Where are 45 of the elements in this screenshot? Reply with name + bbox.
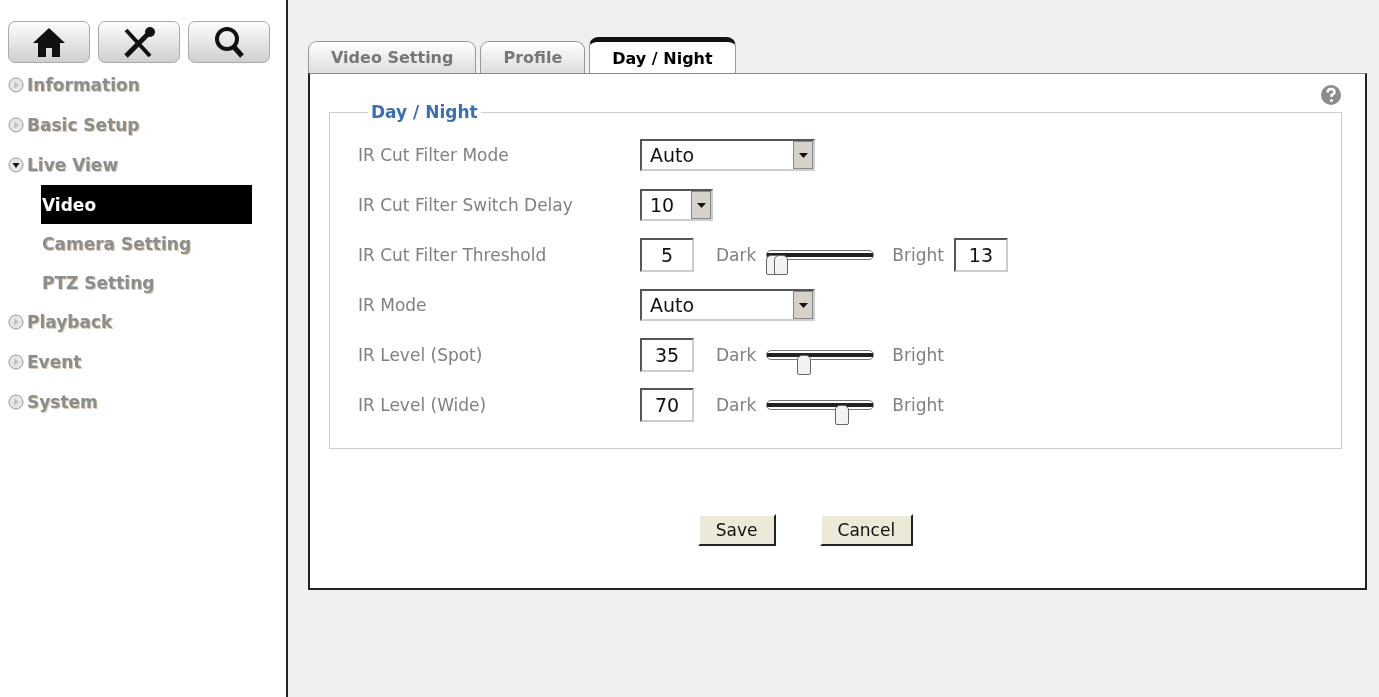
- slider-thumb[interactable]: [797, 355, 812, 375]
- caret-icon: [696, 202, 706, 208]
- nav-subitem[interactable]: Video: [41, 185, 252, 224]
- dropdown[interactable]: 10: [640, 189, 713, 221]
- collapsed-bullet-icon: [8, 117, 24, 133]
- dropdown[interactable]: Auto: [640, 289, 815, 321]
- expanded-bullet-icon: [8, 157, 24, 173]
- slider-thumb[interactable]: [834, 405, 849, 425]
- tab[interactable]: Profile: [480, 41, 586, 73]
- dark-label: Dark: [716, 345, 757, 365]
- toolbar-button[interactable]: [8, 21, 90, 63]
- field-label: IR Cut Filter Threshold: [358, 245, 548, 265]
- tools-icon: [122, 26, 156, 58]
- slider-thumb[interactable]: [774, 255, 789, 275]
- toolbar-button[interactable]: [188, 21, 270, 63]
- form-button[interactable]: Save: [697, 514, 776, 546]
- number-field[interactable]: 13: [953, 238, 1008, 272]
- field-label: IR Cut Filter Mode: [358, 145, 510, 165]
- group-title: Day / Night: [370, 102, 479, 122]
- field-label: IR Cut Filter Switch Delay: [358, 195, 574, 215]
- dark-label: Dark: [716, 395, 757, 415]
- collapsed-bullet-icon: [8, 394, 24, 410]
- tab[interactable]: Day / Night: [589, 37, 736, 74]
- number-field[interactable]: 35: [640, 338, 694, 372]
- collapsed-bullet-icon: [8, 354, 24, 370]
- number-field[interactable]: 70: [640, 388, 694, 422]
- field-label: IR Level (Spot): [358, 345, 484, 365]
- collapsed-bullet-icon: [8, 77, 24, 93]
- form-button[interactable]: Cancel: [819, 514, 914, 546]
- number-field[interactable]: 5: [640, 238, 694, 272]
- bright-label: Bright: [892, 345, 944, 365]
- bright-label: Bright: [892, 395, 944, 415]
- caret-icon: [798, 302, 808, 308]
- caret-icon: [798, 152, 808, 158]
- tab[interactable]: Video Setting: [308, 41, 477, 73]
- field-label: IR Mode: [358, 295, 428, 315]
- home-icon: [31, 26, 67, 58]
- dark-label: Dark: [716, 245, 757, 265]
- help-icon[interactable]: [1320, 84, 1342, 106]
- dropdown[interactable]: Auto: [640, 139, 815, 171]
- collapsed-bullet-icon: [8, 314, 24, 330]
- search-icon: [213, 26, 245, 58]
- bright-label: Bright: [892, 245, 944, 265]
- field-label: IR Level (Wide): [358, 395, 488, 415]
- toolbar-button[interactable]: [98, 21, 180, 63]
